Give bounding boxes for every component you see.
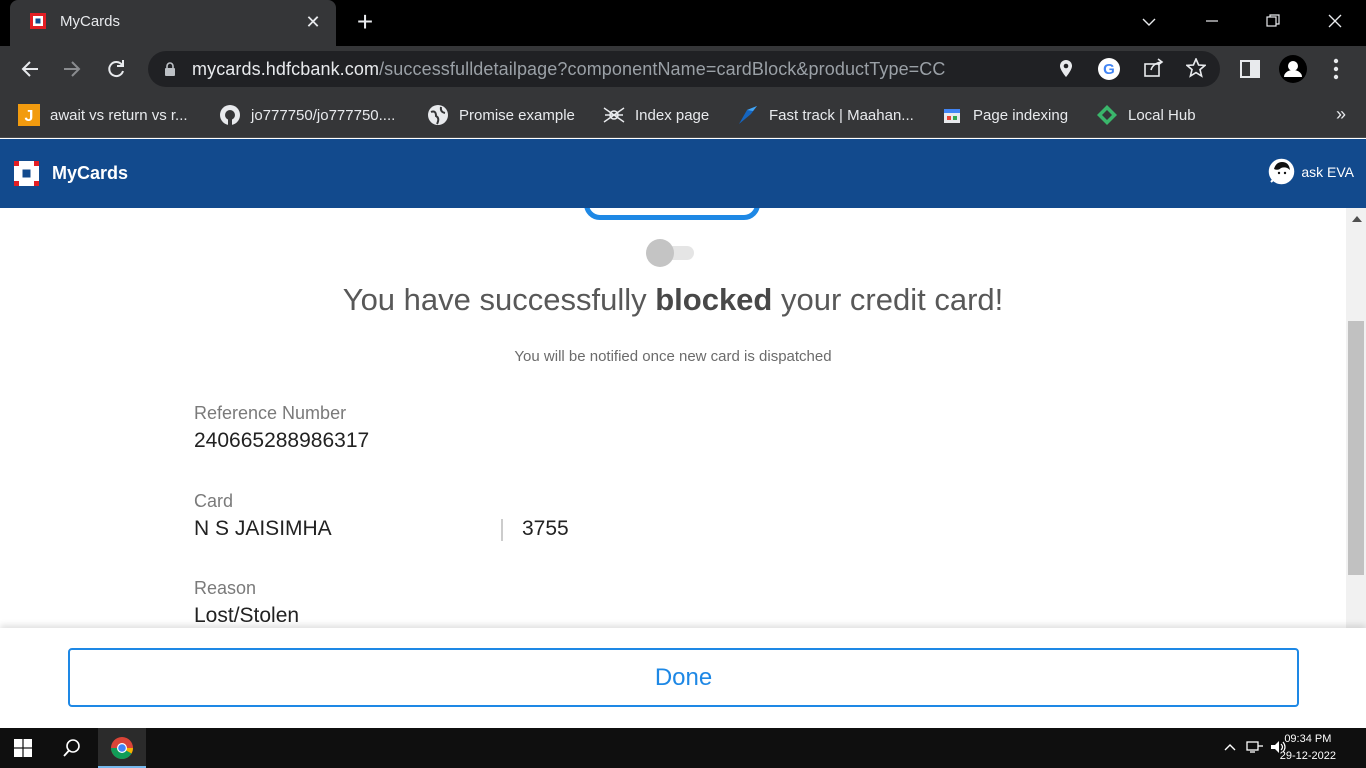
minimize-icon[interactable] <box>1197 8 1227 36</box>
headline-suffix: your credit card! <box>772 282 1004 317</box>
hdfc-logo-icon[interactable] <box>14 161 39 186</box>
browser-toolbar: mycards.hdfcbank.com/successfulldetailpa… <box>0 46 1366 92</box>
forward-icon[interactable] <box>58 55 86 83</box>
scroll-thumb[interactable] <box>1348 321 1364 575</box>
reference-label: Reference Number <box>194 403 347 423</box>
ask-eva-label: ask EVA <box>1301 163 1354 180</box>
menu-kebab-icon[interactable] <box>1322 55 1350 83</box>
toggle-knob[interactable] <box>646 239 674 267</box>
bookmark-label: Index page <box>635 106 710 124</box>
card-illustration <box>584 208 760 220</box>
svg-text:G: G <box>1103 61 1115 78</box>
card-last-digits: 3755 <box>522 517 569 540</box>
tab-strip: MyCards ✕ + <box>0 0 1366 46</box>
hdfc-favicon-icon <box>30 13 46 29</box>
card-label: Card <box>194 491 234 511</box>
bookmark-label: jo777750/jo777750.... <box>251 106 396 124</box>
bookmark-item[interactable]: jo777750/jo777750.... <box>219 103 395 127</box>
bookmark-label: Local Hub <box>1128 106 1196 124</box>
close-tab-icon[interactable]: ✕ <box>302 11 324 33</box>
page-scrollbar[interactable] <box>1346 208 1366 628</box>
back-icon[interactable] <box>16 55 44 83</box>
bookmark-label: Promise example <box>459 106 575 124</box>
scroll-up-arrow-icon[interactable] <box>1352 216 1362 222</box>
ask-eva-button[interactable]: ask EVA <box>1268 158 1354 185</box>
reason-value: Lost/Stolen <box>194 604 300 627</box>
bookmark-item[interactable]: J await vs return vs r... <box>18 103 188 127</box>
chatbot-icon <box>1269 158 1295 185</box>
tab-title: MyCards <box>60 13 121 30</box>
taskbar-clock[interactable]: 09:34 PM 29-12-2022 <box>1280 731 1336 765</box>
done-button[interactable]: Done <box>68 648 1299 707</box>
search-icon[interactable] <box>62 738 82 758</box>
page-icon <box>941 104 963 126</box>
bookmark-label: Page indexing <box>973 106 1069 124</box>
chrome-taskbar-button[interactable] <box>98 728 146 768</box>
bookmark-item[interactable]: Index page <box>603 103 709 127</box>
bookmark-label: await vs return vs r... <box>50 106 188 124</box>
more-bookmarks-icon[interactable]: » <box>1336 104 1346 125</box>
spider-icon <box>603 104 625 126</box>
share-icon[interactable] <box>1142 58 1166 80</box>
bookmark-star-icon[interactable] <box>1184 56 1208 80</box>
tab-search-icon[interactable] <box>1134 8 1164 36</box>
j-icon: J <box>18 104 40 126</box>
side-panel-icon[interactable] <box>1236 55 1264 83</box>
confirmation-content: You have successfully blocked your credi… <box>0 208 1346 628</box>
action-footer: Done <box>0 628 1366 728</box>
url-path: /successfulldetailpage?componentName=car… <box>379 59 946 79</box>
windows-taskbar: 09:34 PM 29-12-2022 <box>0 728 1366 768</box>
windows-start-icon[interactable] <box>14 739 32 757</box>
chrome-icon <box>111 737 133 759</box>
success-headline: You have successfully blocked your credi… <box>0 282 1346 318</box>
card-divider <box>501 519 503 541</box>
new-tab-button[interactable]: + <box>352 8 378 36</box>
restore-icon[interactable] <box>1258 8 1288 36</box>
close-window-icon[interactable] <box>1320 8 1350 36</box>
bookmark-label: Fast track | Maahan... <box>769 106 914 124</box>
tray-chevron-icon[interactable] <box>1224 740 1236 755</box>
reference-value: 240665288986317 <box>194 429 370 452</box>
profile-avatar-icon[interactable] <box>1279 55 1307 83</box>
app-title[interactable]: MyCards <box>52 163 128 184</box>
reason-label: Reason <box>194 578 257 598</box>
globe-icon <box>427 104 449 126</box>
headline-prefix: You have successfully <box>342 282 656 317</box>
bookmark-item[interactable]: Promise example <box>427 103 575 127</box>
address-bar[interactable]: mycards.hdfcbank.com/successfulldetailpa… <box>148 51 1220 87</box>
dispatch-notice: You will be notified once new card is di… <box>514 348 832 365</box>
location-pin-icon[interactable] <box>1054 58 1078 80</box>
bookmark-item[interactable]: Fast track | Maahan... <box>737 103 914 127</box>
diamond-icon <box>1096 104 1118 126</box>
app-header: MyCards ask EVA <box>0 139 1366 208</box>
reload-icon[interactable] <box>102 55 130 83</box>
clock-date: 29-12-2022 <box>1279 750 1336 762</box>
google-lens-icon[interactable]: G <box>1097 58 1121 80</box>
bookmark-item[interactable]: Page indexing <box>941 103 1068 127</box>
url-host: mycards.hdfcbank.com <box>192 59 380 79</box>
headline-bold: blocked <box>655 282 773 317</box>
lock-icon[interactable] <box>164 62 176 76</box>
svg-text:J: J <box>25 108 34 125</box>
github-icon <box>219 104 241 126</box>
network-icon[interactable] <box>1246 740 1264 757</box>
bookmark-item[interactable]: Local Hub <box>1096 103 1196 127</box>
cardholder-name: N S JAISIMHA <box>194 517 332 540</box>
bookmarks-bar: J await vs return vs r... jo777750/jo777… <box>0 92 1366 138</box>
clock-time: 09:34 PM <box>1284 733 1332 745</box>
url-text[interactable]: mycards.hdfcbank.com/successfulldetailpa… <box>192 59 946 80</box>
fasttrack-icon <box>737 104 759 126</box>
browser-tab[interactable]: MyCards ✕ <box>10 0 336 46</box>
